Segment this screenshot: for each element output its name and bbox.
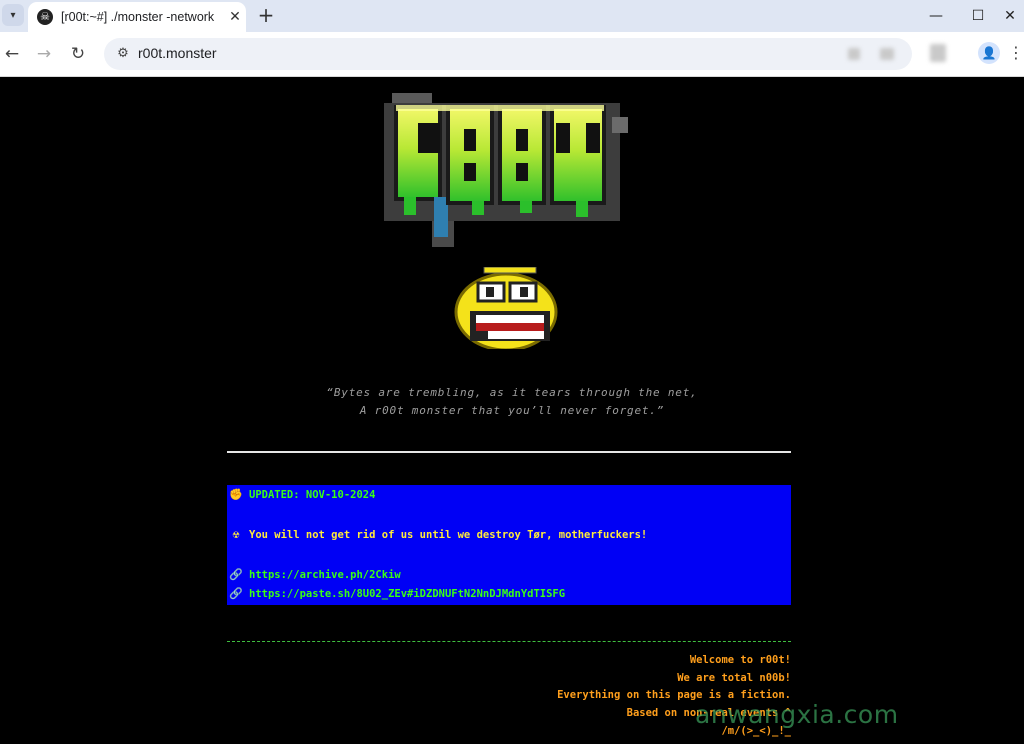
archive-link[interactable]: https://archive.ph/2Ckiw — [249, 569, 401, 581]
back-icon[interactable]: ← — [0, 42, 24, 66]
window-close-icon[interactable]: ✕ — [1000, 6, 1020, 26]
footer-line: Welcome to r00t! — [689, 654, 791, 666]
r00t-logo — [384, 93, 628, 247]
blurred-extension-icon[interactable] — [848, 48, 860, 60]
fist-icon: ✊ — [229, 488, 243, 501]
chevron-down-icon[interactable]: ▾ — [2, 4, 24, 26]
link-line: 🔗 https://paste.sh/8U02_ZEv#iDZDNUFtN2Nn… — [227, 587, 565, 601]
blurred-extension-icon[interactable] — [930, 44, 946, 62]
updated-line: ✊ UPDATED: NOV-10-2024 — [227, 488, 375, 502]
link-line: 🔗 https://archive.ph/2Ckiw — [227, 568, 401, 582]
quote-line-2: A r00t monster that you’ll never forget.… — [359, 404, 665, 417]
tab-title: [r00t:~#] ./monster -network — [61, 10, 215, 24]
watermark-text: anwangxia.com — [695, 700, 899, 729]
paste-link[interactable]: https://paste.sh/8U02_ZEv#iDZDNUFtN2NnDJ… — [249, 588, 565, 600]
minimize-icon[interactable]: — — [926, 6, 946, 26]
tab-strip: ▾ ☠ [r00t:~#] ./monster -network ✕ + — ☐… — [0, 0, 1024, 32]
blurred-extension-icon[interactable] — [880, 48, 894, 60]
new-tab-icon[interactable]: + — [256, 5, 276, 25]
browser-toolbar: ← → ↻ ⚙ r00t.monster 👤 ⋮ — [0, 32, 1024, 77]
dashed-divider — [227, 641, 791, 642]
page-content: “Bytes are trembling, as it tears throug… — [0, 77, 1024, 744]
reload-icon[interactable]: ↻ — [66, 42, 90, 66]
updated-text: UPDATED: NOV-10-2024 — [249, 489, 376, 501]
laughing-smiley-icon — [454, 267, 558, 349]
browser-tab[interactable]: ☠ [r00t:~#] ./monster -network ✕ — [28, 2, 246, 32]
skull-icon: ☠ — [37, 9, 53, 25]
menu-icon[interactable]: ⋮ — [1008, 42, 1024, 64]
site-info-icon[interactable]: ⚙ — [114, 45, 132, 63]
profile-avatar-icon[interactable]: 👤 — [978, 42, 1000, 64]
quote-line-1: “Bytes are trembling, as it tears throug… — [326, 386, 698, 399]
url-text[interactable]: r00t.monster — [138, 45, 217, 61]
footer-line: We are total n00b! — [677, 672, 791, 684]
message-text: You will not get rid of us until we dest… — [249, 529, 648, 541]
link-icon: 🔗 — [229, 568, 243, 581]
message-line: ☢ You will not get rid of us until we de… — [227, 528, 648, 542]
radioactive-icon: ☢ — [232, 528, 240, 541]
divider — [227, 451, 791, 453]
maximize-icon[interactable]: ☐ — [968, 6, 988, 26]
forward-icon[interactable]: → — [32, 42, 56, 66]
link-icon: 🔗 — [229, 587, 243, 600]
close-icon[interactable]: ✕ — [227, 9, 243, 25]
address-bar[interactable]: ⚙ r00t.monster — [104, 38, 912, 70]
update-notice-box: ✊ UPDATED: NOV-10-2024 ☢ You will not ge… — [227, 485, 791, 605]
